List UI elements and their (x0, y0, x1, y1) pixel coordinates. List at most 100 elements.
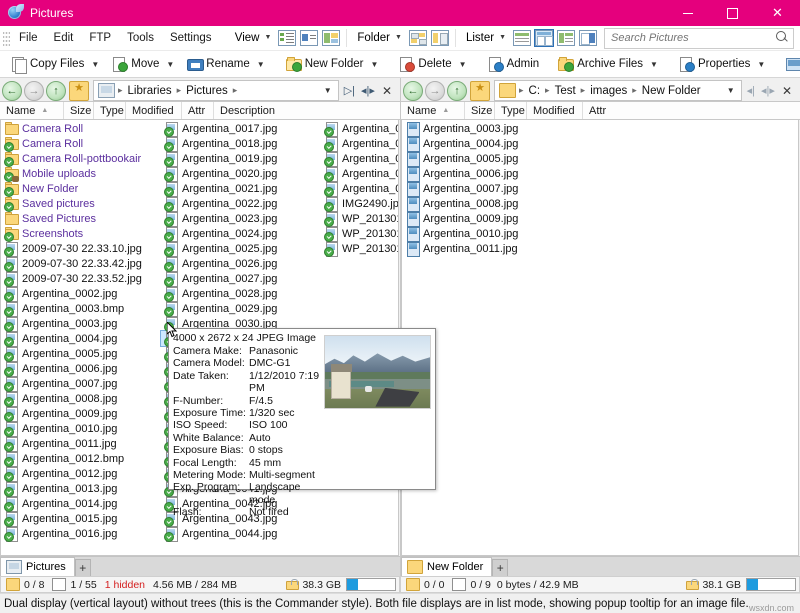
file-row[interactable]: Argentina_0016.jpg (1, 526, 161, 542)
file-row[interactable]: Argentina_0003.jpg (402, 121, 562, 137)
col-modified-right[interactable]: Modified (527, 102, 583, 119)
right-breadcrumb[interactable]: ▸ C: ▸ Test ▸ images ▸ New Folder ▼ (494, 80, 742, 101)
new-folder-dropdown-icon[interactable]: ▼ (368, 60, 385, 69)
folder-chevron-down-icon[interactable]: ▼ (393, 34, 407, 41)
file-row[interactable]: Argentina_0012.jpg (1, 466, 161, 482)
file-row[interactable]: Saved Pictures (1, 211, 161, 226)
menu-grip[interactable] (3, 30, 10, 46)
file-row[interactable]: Argentina_0018.jpg (161, 136, 321, 152)
file-row[interactable]: Argentina_0020.jpg (161, 166, 321, 182)
file-row[interactable]: Argentina_0046.jpg (321, 136, 398, 152)
file-row[interactable]: Argentina_0029.jpg (161, 301, 321, 317)
crumb-images[interactable]: images (587, 85, 630, 97)
admin-button[interactable]: Admin (481, 52, 544, 76)
file-row[interactable]: Argentina_0019.jpg (161, 151, 321, 167)
file-row[interactable]: Argentina_0022.jpg (161, 196, 321, 212)
menu-tools[interactable]: Tools (119, 29, 162, 47)
right-swap-icon[interactable]: ◂|▸ (758, 84, 778, 97)
file-row[interactable]: WP_20130108_003.jpg (321, 211, 398, 227)
file-row[interactable]: Camera Roll (1, 136, 161, 152)
file-row[interactable]: Argentina_0007.jpg (402, 181, 562, 197)
file-row[interactable]: Argentina_0013.jpg (1, 481, 161, 497)
properties-button[interactable]: Properties (672, 52, 754, 76)
menu-settings[interactable]: Settings (162, 29, 220, 47)
folder-label[interactable]: Folder (351, 32, 393, 44)
view-chevron-down-icon[interactable]: ▼ (262, 34, 276, 41)
favorites-button-left[interactable] (69, 80, 89, 101)
file-row[interactable]: Argentina_0048.jpg (321, 166, 398, 182)
left-swap-icon[interactable]: ◂|▸ (358, 84, 378, 97)
slideshow-button[interactable]: Slideshow (779, 52, 800, 76)
file-row[interactable]: Argentina_0005.jpg (402, 151, 562, 167)
lister-single-icon[interactable] (513, 30, 531, 46)
col-attr-right[interactable]: Attr (583, 102, 800, 119)
close-button[interactable]: ✕ (755, 0, 800, 26)
col-name-left[interactable]: Name ▲ (0, 102, 64, 119)
maximize-button[interactable] (710, 0, 755, 26)
menu-ftp[interactable]: FTP (81, 29, 119, 47)
right-breadcrumb-dropdown-icon[interactable]: ▼ (721, 86, 741, 95)
file-row[interactable]: Argentina_0003.jpg (1, 316, 161, 332)
copy-files-button[interactable]: Copy Files (4, 52, 88, 76)
favorites-button-right[interactable] (470, 80, 490, 101)
move-dropdown-icon[interactable]: ▼ (163, 60, 180, 69)
back-button-left[interactable]: ← (2, 80, 22, 101)
file-row[interactable]: Argentina_0011.jpg (1, 436, 161, 452)
file-row[interactable]: Argentina_0021.jpg (161, 181, 321, 197)
left-tab-pictures[interactable]: Pictures (0, 557, 75, 576)
file-row[interactable]: Argentina_0027.jpg (161, 271, 321, 287)
search-icon[interactable] (774, 30, 790, 46)
right-close-tab-icon[interactable]: ✕ (778, 84, 796, 98)
move-button[interactable]: Move (105, 52, 163, 76)
delete-button[interactable]: Delete (392, 52, 455, 76)
file-row[interactable]: Argentina_0004.jpg (402, 136, 562, 152)
file-row[interactable]: Screenshots (1, 226, 161, 242)
file-row[interactable]: Camera Roll (1, 121, 161, 136)
file-row[interactable]: Argentina_0008.jpg (1, 391, 161, 407)
forward-button-right[interactable]: → (425, 80, 445, 101)
folder-split-icon[interactable] (430, 30, 449, 46)
file-row[interactable]: Argentina_0006.jpg (402, 166, 562, 182)
left-new-tab-button[interactable]: + (74, 559, 91, 576)
file-row[interactable]: 2009-07-30 22.33.42.jpg (1, 256, 161, 272)
search-input[interactable] (605, 31, 774, 45)
left-breadcrumb[interactable]: ▸ Libraries ▸ Pictures ▸ ▼ (93, 80, 339, 101)
file-row[interactable]: WP_20130109_003.jpg (321, 241, 398, 257)
lister-dual-horizontal-icon[interactable] (557, 30, 575, 46)
col-modified-left[interactable]: Modified (126, 102, 182, 119)
file-row[interactable]: Argentina_0044.jpg (161, 526, 321, 542)
archive-files-button[interactable]: Archive Files (551, 52, 647, 76)
file-row[interactable]: Camera Roll-pottbookair (1, 151, 161, 167)
archive-files-dropdown-icon[interactable]: ▼ (647, 60, 664, 69)
col-attr-left[interactable]: Attr (182, 102, 214, 119)
delete-dropdown-icon[interactable]: ▼ (456, 60, 473, 69)
file-row[interactable]: Argentina_0009.jpg (402, 211, 562, 227)
folder-layout-icon[interactable] (408, 30, 427, 46)
col-type-left[interactable]: Type (94, 102, 126, 119)
file-row[interactable]: 2009-07-30 22.33.10.jpg (1, 241, 161, 257)
file-row[interactable]: Argentina_0023.jpg (161, 211, 321, 227)
file-row[interactable]: WP_20130108_004.jpg (321, 226, 398, 242)
file-row[interactable]: Argentina_0005.jpg (1, 346, 161, 362)
file-row[interactable]: Argentina_0025.jpg (161, 241, 321, 257)
new-folder-button[interactable]: New Folder (279, 52, 368, 76)
view-label[interactable]: View (229, 32, 263, 44)
file-row[interactable]: Argentina_0009.jpg (1, 406, 161, 422)
file-row[interactable]: Argentina_0008.jpg (402, 196, 562, 212)
col-description-left[interactable]: Description (214, 102, 400, 119)
crumb-libraries[interactable]: Libraries (125, 85, 175, 97)
file-row[interactable]: Argentina_0047.jpg (321, 151, 398, 167)
col-name-right[interactable]: Name ▲ (401, 102, 465, 119)
file-row[interactable]: Argentina_0015.jpg (1, 511, 161, 527)
file-row[interactable]: Argentina_0003.bmp (1, 301, 161, 317)
menu-file[interactable]: File (11, 29, 46, 47)
copy-files-dropdown-icon[interactable]: ▼ (88, 60, 105, 69)
file-row[interactable]: Argentina_0024.jpg (161, 226, 321, 242)
file-row[interactable]: Argentina_0007.jpg (1, 376, 161, 392)
right-prev-icon[interactable]: ◂| (744, 84, 758, 97)
col-size-right[interactable]: Size (465, 102, 495, 119)
file-row[interactable]: Mobile uploads (1, 166, 161, 182)
back-button-right[interactable]: ← (403, 80, 423, 101)
file-row[interactable]: Argentina_0017.jpg (161, 121, 321, 137)
rename-button[interactable]: Rename (180, 52, 253, 76)
